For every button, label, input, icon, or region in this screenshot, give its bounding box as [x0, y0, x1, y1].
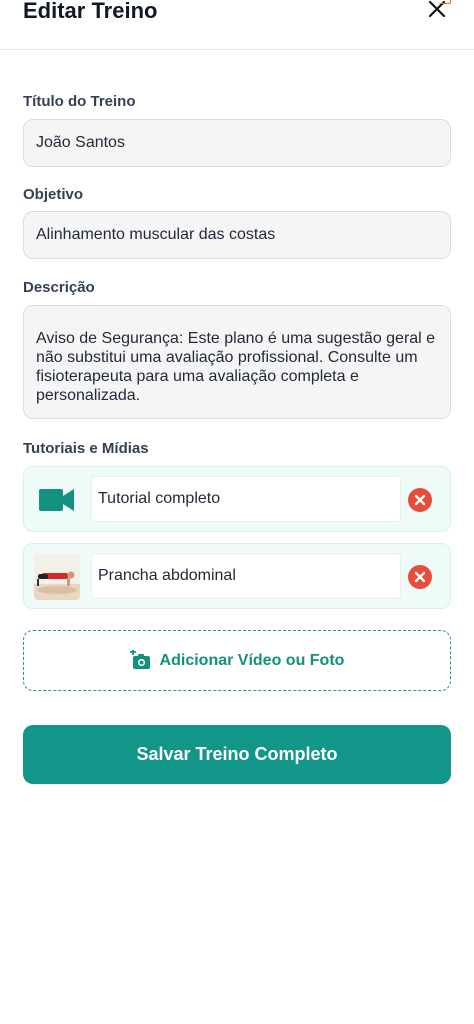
- page-title: Editar Treino: [23, 0, 158, 23]
- media-title-input[interactable]: [91, 476, 401, 522]
- media-thumbnail: [34, 554, 80, 600]
- objective-input[interactable]: [23, 211, 451, 259]
- header: Editar Treino: [0, 0, 474, 50]
- remove-media-button[interactable]: [408, 488, 432, 512]
- save-workout-button[interactable]: Salvar Treino Completo: [23, 725, 451, 784]
- save-workout-label: Salvar Treino Completo: [136, 744, 338, 764]
- remove-media-button[interactable]: [408, 565, 432, 589]
- title-input[interactable]: [23, 119, 451, 167]
- add-photo-icon: [129, 649, 150, 669]
- plank-exercise-thumbnail: [34, 554, 80, 600]
- media-item: [23, 466, 451, 532]
- edit-workout-screen: Editar Treino Título do Treino Objetivo …: [0, 0, 474, 1024]
- remove-circle-icon: [414, 571, 426, 583]
- video-camera-icon: [39, 489, 74, 511]
- media-thumbnail: [34, 477, 80, 523]
- add-media-button[interactable]: Adicionar Vídeo ou Foto: [23, 630, 451, 691]
- media-section-label: Tutoriais e Mídias: [23, 440, 149, 457]
- remove-circle-icon: [414, 494, 426, 506]
- description-textarea[interactable]: Aviso de Segurança: Este plano é uma sug…: [23, 305, 451, 419]
- media-title-input[interactable]: [91, 553, 401, 599]
- notification-corner-icon: [439, 0, 451, 4]
- media-item: [23, 543, 451, 609]
- description-label: Descrição: [23, 279, 95, 296]
- title-label: Título do Treino: [23, 93, 136, 110]
- add-media-label: Adicionar Vídeo ou Foto: [159, 651, 345, 669]
- objective-label: Objetivo: [23, 186, 84, 203]
